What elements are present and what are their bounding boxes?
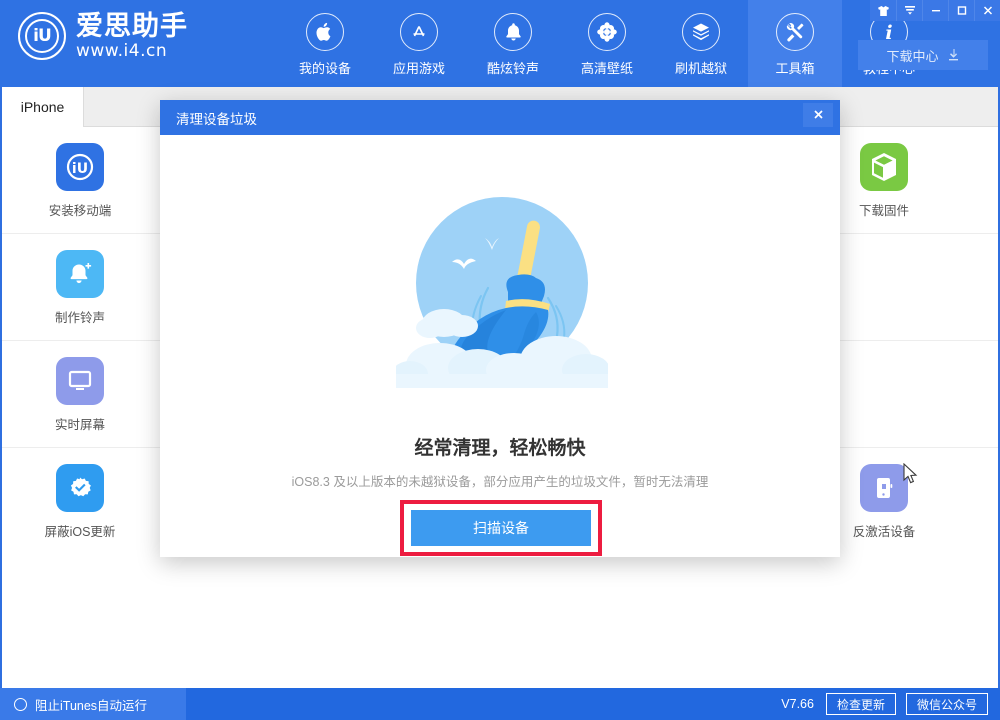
app-window: iU 爱思助手 www.i4.cn 我的设备 应用游戏 [0,0,1000,720]
brand-text: 爱思助手 www.i4.cn [76,13,188,60]
tool-label: 安装移动端 [49,200,112,219]
skin-icon[interactable] [870,0,896,21]
tool-block-ios-update[interactable]: 屏蔽iOS更新 [2,448,158,555]
nav-label: 刷机越狱 [675,58,727,77]
svg-text:iU: iU [72,161,88,177]
broom-cleaning-illustration [396,188,608,393]
tool-label: 实时屏幕 [55,414,105,433]
appstore-icon [400,13,438,51]
app-header: iU 爱思助手 www.i4.cn 我的设备 应用游戏 [0,0,1000,87]
flower-icon [588,13,626,51]
nav-item-flash-jailbreak[interactable]: 刷机越狱 [654,0,748,87]
box-open-icon [682,13,720,51]
tool-make-ringtone[interactable]: 制作铃声 [2,234,158,341]
tool-install-mobile[interactable]: iU 安装移动端 [2,127,158,234]
clean-junk-modal: 清理设备垃圾 [160,100,840,557]
main-nav: 我的设备 应用游戏 酷炫铃声 [278,0,936,87]
nav-label: 应用游戏 [393,58,445,77]
window-controls [870,0,1000,21]
tool-label: 下载固件 [859,200,909,219]
bell-icon [494,13,532,51]
nav-item-wallpapers[interactable]: 高清壁纸 [560,0,654,87]
apple-icon [306,13,344,51]
tool-realtime-screen[interactable]: 实时屏幕 [2,341,158,448]
nav-item-ringtones[interactable]: 酷炫铃声 [466,0,560,87]
i4-app-icon: iU [56,143,104,191]
monitor-icon [56,357,104,405]
scan-device-button[interactable]: 扫描设备 [411,510,591,546]
modal-body: 经常清理，轻松畅快 iOS8.3 及以上版本的未越狱设备，部分应用产生的垃圾文件… [160,135,840,557]
status-bar-right: V7.66 检查更新 微信公众号 [781,688,988,720]
radio-icon[interactable] [14,698,27,711]
check-update-button[interactable]: 检查更新 [826,693,896,715]
tab-label: iPhone [21,99,65,115]
nav-label: 酷炫铃声 [487,58,539,77]
brand-url: www.i4.cn [76,43,188,60]
tool-label: 屏蔽iOS更新 [45,521,116,540]
bell-plus-icon [56,250,104,298]
tool-label: 反激活设备 [853,521,916,540]
gear-block-icon [56,464,104,512]
status-bar: 阻止iTunes自动运行 V7.66 检查更新 微信公众号 [0,688,1000,720]
menu-icon[interactable] [896,0,922,21]
minimize-icon[interactable] [922,0,948,21]
download-center-button[interactable]: 下载中心 [858,40,988,70]
block-itunes-toggle[interactable]: 阻止iTunes自动运行 [0,688,186,720]
logo-mark: iU [25,19,59,53]
nav-item-toolbox[interactable]: 工具箱 [748,0,842,87]
download-icon [947,48,960,62]
version-label: V7.66 [781,697,814,711]
scan-button-highlight: 扫描设备 [400,500,602,556]
i4-logo-icon: iU [18,12,66,60]
brand-logo[interactable]: iU 爱思助手 www.i4.cn [18,12,188,60]
wechat-label: 微信公众号 [917,696,977,713]
modal-titlebar: 清理设备垃圾 [160,100,840,135]
scan-device-label: 扫描设备 [473,518,529,538]
tab-iphone[interactable]: iPhone [2,87,84,127]
tool-label: 制作铃声 [55,307,105,326]
download-center-label: 下载中心 [886,46,938,65]
nav-item-my-device[interactable]: 我的设备 [278,0,372,87]
modal-title-text: 清理设备垃圾 [176,108,257,128]
nav-item-apps-games[interactable]: 应用游戏 [372,0,466,87]
phone-deactivate-icon [860,464,908,512]
nav-label: 工具箱 [775,58,814,77]
close-icon[interactable] [974,0,1000,21]
modal-subline: iOS8.3 及以上版本的未越狱设备，部分应用产生的垃圾文件，暂时无法清理 [160,471,840,490]
cube-icon [860,143,908,191]
maximize-icon[interactable] [948,0,974,21]
check-update-label: 检查更新 [837,696,885,713]
nav-label: 高清壁纸 [581,58,633,77]
modal-headline: 经常清理，轻松畅快 [160,433,840,460]
tools-icon [776,13,814,51]
wechat-button[interactable]: 微信公众号 [906,693,988,715]
close-icon[interactable] [803,103,833,127]
brand-name: 爱思助手 [76,13,188,40]
nav-label: 我的设备 [299,58,351,77]
block-itunes-label: 阻止iTunes自动运行 [35,695,147,714]
